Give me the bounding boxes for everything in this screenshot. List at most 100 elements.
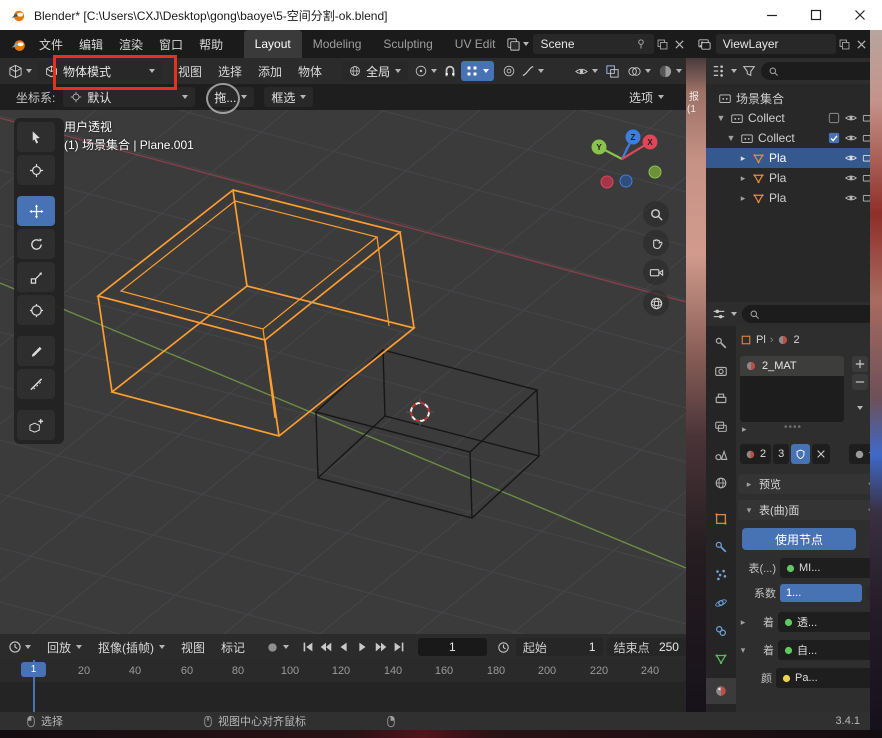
outliner-row-scene-collection[interactable]: 场景集合 bbox=[706, 88, 882, 108]
breadcrumb-material[interactable]: 2 bbox=[793, 334, 799, 346]
outliner-search[interactable] bbox=[761, 62, 876, 80]
frame-end-field[interactable]: 结束点250 bbox=[607, 638, 686, 656]
default-orientation-dropdown[interactable]: 默认 bbox=[63, 87, 195, 107]
outliner-row-collection-2[interactable]: ▼ Collect bbox=[706, 128, 882, 148]
scene-unlink-button[interactable] bbox=[672, 34, 688, 54]
browse-scene-icon[interactable] bbox=[506, 37, 521, 52]
slot-remove-button[interactable] bbox=[852, 374, 868, 390]
pin-icon[interactable] bbox=[635, 38, 647, 50]
rotate-tool-button[interactable] bbox=[17, 229, 55, 259]
checkbox-checked-icon[interactable] bbox=[828, 132, 840, 144]
menu-file[interactable]: 文件 bbox=[31, 31, 71, 57]
timeline-editor-caret-icon[interactable] bbox=[25, 645, 31, 649]
shader1-dropdown[interactable]: 透... bbox=[778, 612, 880, 632]
orientation-dropdown[interactable]: 全局 bbox=[342, 61, 408, 81]
playback-menu[interactable]: 回放 bbox=[39, 634, 90, 660]
object-breadcrumb-icon[interactable] bbox=[740, 334, 752, 346]
falloff-caret-icon[interactable] bbox=[538, 69, 544, 73]
expander-icon[interactable]: ▾ bbox=[738, 645, 748, 656]
slot-add-button[interactable] bbox=[852, 356, 868, 372]
shading-sphere-icon[interactable] bbox=[658, 64, 673, 79]
pivot-point-icon[interactable] bbox=[414, 64, 428, 78]
falloff-curve-icon[interactable] bbox=[521, 64, 535, 78]
scene-browse-caret-icon[interactable] bbox=[523, 42, 529, 46]
menu-edit[interactable]: 编辑 bbox=[71, 31, 111, 57]
scale-tool-button[interactable] bbox=[17, 262, 55, 292]
material-users-count[interactable]: 3 bbox=[773, 444, 789, 464]
keying-caret-icon[interactable] bbox=[283, 645, 289, 649]
menu-select[interactable]: 选择 bbox=[210, 58, 250, 84]
tab-modifiers[interactable] bbox=[706, 534, 736, 560]
workspace-tab-sculpting[interactable]: Sculpting bbox=[372, 30, 443, 58]
tab-output[interactable] bbox=[706, 386, 736, 412]
checkbox-unchecked-icon[interactable] bbox=[828, 112, 840, 124]
pan-hand-button[interactable] bbox=[643, 230, 669, 256]
properties-search[interactable] bbox=[742, 305, 876, 323]
move-tool-button[interactable] bbox=[17, 196, 55, 226]
play-reverse-button[interactable] bbox=[335, 638, 353, 656]
jump-to-start-button[interactable] bbox=[299, 638, 317, 656]
ortho-toggle-button[interactable] bbox=[643, 290, 669, 316]
workspace-tab-layout[interactable]: Layout bbox=[244, 30, 302, 58]
tab-physics[interactable] bbox=[706, 590, 736, 616]
frame-start-field[interactable]: 起始1 bbox=[516, 638, 603, 656]
annotate-tool-button[interactable] bbox=[17, 336, 55, 366]
view-layer-remove-button[interactable] bbox=[854, 34, 870, 54]
slot-specials-button[interactable] bbox=[852, 400, 868, 416]
menu-help[interactable]: 帮助 bbox=[191, 31, 231, 57]
box-select-dropdown[interactable]: 框选 bbox=[264, 87, 313, 107]
scene-selector[interactable]: Scene bbox=[533, 34, 653, 54]
blender-app-menu-icon[interactable] bbox=[10, 36, 27, 53]
add-cube-tool-button[interactable] bbox=[17, 410, 55, 440]
scene-copy-button[interactable] bbox=[654, 34, 672, 54]
play-button[interactable] bbox=[353, 638, 371, 656]
tab-particles[interactable] bbox=[706, 562, 736, 588]
markers-menu[interactable]: 标记 bbox=[213, 634, 253, 660]
outliner-row-plane-3[interactable]: ▸ Pla bbox=[706, 188, 882, 208]
tab-render[interactable] bbox=[706, 358, 736, 384]
outliner-filter-icon[interactable] bbox=[742, 64, 756, 78]
surface-shader-dropdown[interactable]: MI... bbox=[780, 558, 880, 578]
shading-caret-icon[interactable] bbox=[676, 69, 682, 73]
transform-tool-button[interactable] bbox=[17, 295, 55, 325]
editor-type-icon[interactable] bbox=[8, 64, 23, 79]
factor-slider[interactable]: 1... bbox=[780, 584, 862, 602]
clock-icon[interactable] bbox=[497, 641, 510, 654]
gizmo-x-neg-axis[interactable] bbox=[601, 176, 613, 188]
material-slot-item[interactable]: 2_MAT bbox=[740, 356, 844, 376]
options-dropdown[interactable]: 选项 bbox=[621, 84, 672, 110]
menu-object[interactable]: 物体 bbox=[290, 58, 330, 84]
select-box-tool-button[interactable] bbox=[17, 122, 55, 152]
material-breadcrumb-icon[interactable] bbox=[777, 334, 789, 346]
surface-section-header[interactable]: ▾表(曲)面•••• bbox=[738, 500, 882, 520]
hide-eye-icon[interactable] bbox=[844, 151, 858, 165]
zoom-button[interactable] bbox=[643, 201, 669, 227]
measure-tool-button[interactable] bbox=[17, 369, 55, 399]
viewport-3d[interactable]: 用户透视 (1) 场景集合 | Plane.001 Y bbox=[0, 110, 686, 634]
menu-window[interactable]: 窗口 bbox=[151, 31, 191, 57]
timeline-editor-icon[interactable] bbox=[8, 640, 22, 654]
outliner-row-plane-selected[interactable]: ▸ Pla bbox=[706, 148, 882, 168]
outliner-row-plane-2[interactable]: ▸ Pla bbox=[706, 168, 882, 188]
workspace-tab-modeling[interactable]: Modeling bbox=[302, 30, 373, 58]
tab-constraints[interactable] bbox=[706, 618, 736, 644]
menu-add[interactable]: 添加 bbox=[250, 58, 290, 84]
outliner-editor-icon[interactable] bbox=[712, 64, 726, 78]
use-nodes-button[interactable]: 使用节点 bbox=[742, 528, 856, 550]
maximize-button[interactable] bbox=[794, 0, 838, 30]
gizmo-y-neg-axis[interactable] bbox=[649, 166, 661, 178]
cursor-tool-button[interactable] bbox=[17, 155, 55, 185]
visibility-caret-icon[interactable] bbox=[592, 69, 598, 73]
menu-render[interactable]: 渲染 bbox=[111, 31, 151, 57]
properties-editor-icon[interactable] bbox=[712, 307, 726, 321]
visibility-eye-icon[interactable] bbox=[574, 64, 589, 79]
navigation-gizmo[interactable]: Y Z X bbox=[565, 122, 675, 202]
playhead-frame-badge[interactable]: 1 bbox=[21, 662, 46, 677]
close-button[interactable] bbox=[838, 0, 882, 30]
gizmo-z-neg-axis[interactable] bbox=[620, 175, 632, 187]
unlink-material-button[interactable] bbox=[812, 444, 830, 464]
camera-view-button[interactable] bbox=[643, 259, 669, 285]
color-dropdown[interactable]: Pa... bbox=[776, 668, 880, 688]
tab-tool[interactable] bbox=[706, 330, 736, 356]
tab-object-data[interactable] bbox=[706, 646, 736, 672]
